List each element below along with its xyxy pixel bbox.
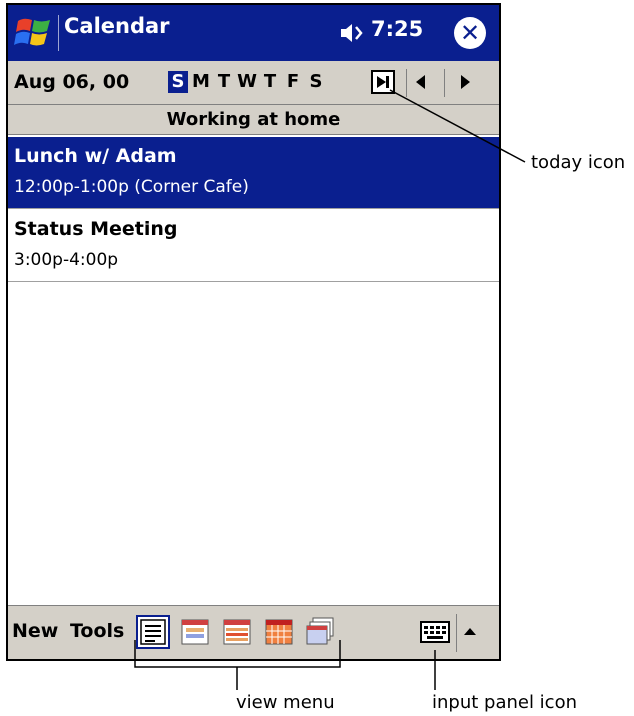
input-method-arrow-icon[interactable] xyxy=(464,628,476,635)
today-icon[interactable] xyxy=(371,70,395,94)
pocket-pc-screen: Calendar 7:25 ✕ Aug 06, 00 S M T W T F S xyxy=(6,3,501,661)
day-thursday[interactable]: T xyxy=(260,71,280,93)
app-title: Calendar xyxy=(64,14,170,38)
agenda-view-icon[interactable] xyxy=(136,615,170,649)
day-wednesday[interactable]: W xyxy=(237,71,257,93)
new-menu[interactable]: New xyxy=(12,620,58,642)
appointment-subject: Lunch w/ Adam xyxy=(14,145,177,167)
speaker-icon[interactable] xyxy=(339,21,367,45)
day-monday[interactable]: M xyxy=(191,71,211,93)
day-friday[interactable]: F xyxy=(283,71,303,93)
input-panel-icon[interactable] xyxy=(420,618,450,646)
nav-separator xyxy=(444,69,445,97)
tools-menu[interactable]: Tools xyxy=(70,620,124,642)
start-menu-icon[interactable] xyxy=(14,13,54,53)
title-bar: Calendar 7:25 ✕ xyxy=(8,5,499,61)
day-saturday[interactable]: S xyxy=(306,71,326,93)
callout-input-panel-icon: input panel icon xyxy=(432,692,578,713)
input-separator xyxy=(456,614,457,652)
month-view-icon[interactable] xyxy=(262,615,296,649)
appointment-time: 3:00p-4:00p xyxy=(14,250,119,270)
day-sunday[interactable]: S xyxy=(168,71,188,93)
menu-bar: New Tools xyxy=(8,605,499,659)
all-day-event[interactable]: Working at home xyxy=(8,105,499,135)
week-view-icon[interactable] xyxy=(220,615,254,649)
day-tuesday[interactable]: T xyxy=(214,71,234,93)
clock[interactable]: 7:25 xyxy=(371,17,423,41)
nav-separator xyxy=(406,69,407,97)
close-icon[interactable]: ✕ xyxy=(454,17,486,49)
callout-view-menu: view menu xyxy=(236,692,335,713)
callout-today-icon: today icon xyxy=(531,152,626,173)
next-arrow-icon[interactable] xyxy=(461,75,470,89)
appointment-subject: Status Meeting xyxy=(14,218,178,240)
week-day-picker: S M T W T F S xyxy=(168,71,329,93)
year-view-icon[interactable] xyxy=(304,615,338,649)
appointment-item[interactable]: Lunch w/ Adam 12:00p-1:00p (Corner Cafe) xyxy=(8,137,499,209)
appointment-time: 12:00p-1:00p (Corner Cafe) xyxy=(14,177,249,197)
appointment-item[interactable]: Status Meeting 3:00p-4:00p xyxy=(8,210,499,282)
title-separator xyxy=(58,15,59,51)
day-view-icon[interactable] xyxy=(178,615,212,649)
current-date[interactable]: Aug 06, 00 xyxy=(14,71,129,93)
previous-arrow-icon[interactable] xyxy=(416,75,425,89)
date-bar: Aug 06, 00 S M T W T F S xyxy=(8,61,499,105)
